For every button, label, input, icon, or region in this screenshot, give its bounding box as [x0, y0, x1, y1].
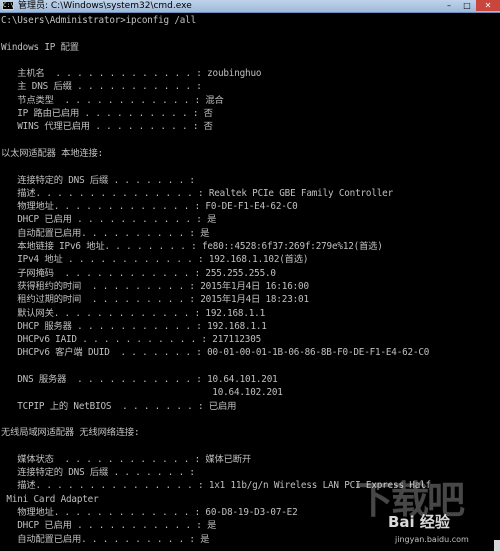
console-line: 以太网适配器 本地连接:	[1, 147, 104, 159]
console-line: 连接特定的 DNS 后缀 . . . . . . . :	[1, 174, 195, 186]
console-line: TCPIP 上的 NetBIOS . . . . . . . : 已启用	[1, 400, 237, 412]
console-line: DHCP 服务器 . . . . . . . . . . . : 192.168…	[1, 320, 267, 332]
console-line: 租约过期的时间 . . . . . . . . . : 2015年1月4日 18…	[1, 294, 309, 306]
console-line: 本地链接 IPv6 地址. . . . . . . . : fe80::4528…	[1, 241, 383, 253]
console-line: 节点类型 . . . . . . . . . . . . : 混合	[1, 94, 224, 106]
console-line: WINS 代理已启用 . . . . . . . . . : 否	[1, 121, 213, 133]
title-bar[interactable]: C:\ 管理员: C:\Windows\system32\cmd.exe – □…	[0, 0, 500, 13]
console-line: DHCPv6 IAID . . . . . . . . . . . : 2171…	[1, 334, 262, 346]
console-line: 物理地址. . . . . . . . . . . . . : F0-DE-F1…	[1, 201, 298, 213]
close-button[interactable]: ✕	[476, 0, 500, 11]
console-line: 获得租约的时间 . . . . . . . . . : 2015年1月4日 16…	[1, 280, 309, 292]
console-line: C:\Users\Administrator>ipconfig /all	[1, 15, 197, 26]
console-line: 描述. . . . . . . . . . . . . . . : Realte…	[1, 187, 394, 199]
cmd-window: C:\ 管理员: C:\Windows\system32\cmd.exe – □…	[0, 0, 500, 551]
window-title: 管理员: C:\Windows\system32\cmd.exe	[18, 1, 192, 11]
console-line: Windows IP 配置	[1, 41, 79, 53]
cmd-icon: C:\	[2, 1, 14, 10]
maximize-button[interactable]: □	[458, 0, 476, 11]
console-line: 无线局域网适配器 无线网络连接:	[1, 427, 140, 439]
console-line: IP 路由已启用 . . . . . . . . . . : 否	[1, 108, 213, 120]
console-line: IPv4 地址 . . . . . . . . . . . . : 192.16…	[1, 254, 309, 266]
console-line: 媒体状态 . . . . . . . . . . . . : 媒体已断开	[1, 453, 251, 465]
console-line: 10.64.102.201	[1, 387, 283, 399]
watermark-brand: Bai 经验	[388, 513, 450, 531]
console-line: 默认网关. . . . . . . . . . . . . : 192.168.…	[1, 307, 265, 319]
console-output[interactable]: C:\Users\Administrator>ipconfig /all Wind…	[1, 14, 500, 551]
minimize-button[interactable]: –	[440, 0, 458, 11]
console-line: 自动配置已启用. . . . . . . . . . : 是	[1, 227, 210, 239]
console-line: DNS 服务器 . . . . . . . . . . . : 10.64.10…	[1, 374, 278, 386]
watermark-url: jingyan.baidu.com	[395, 535, 469, 544]
console-line: 主机名 . . . . . . . . . . . . . : zoubingh…	[1, 68, 262, 80]
console-line: DHCP 已启用 . . . . . . . . . . . : 是	[1, 214, 217, 226]
console-line: 主 DNS 后缀 . . . . . . . . . . . :	[1, 81, 202, 93]
console-line: 子网掩码 . . . . . . . . . . . . : 255.255.2…	[1, 267, 276, 279]
console-line: DHCPv6 客户端 DUID . . . . . . . : 00-01-00…	[1, 347, 430, 359]
scrollbar[interactable]	[494, 540, 500, 551]
